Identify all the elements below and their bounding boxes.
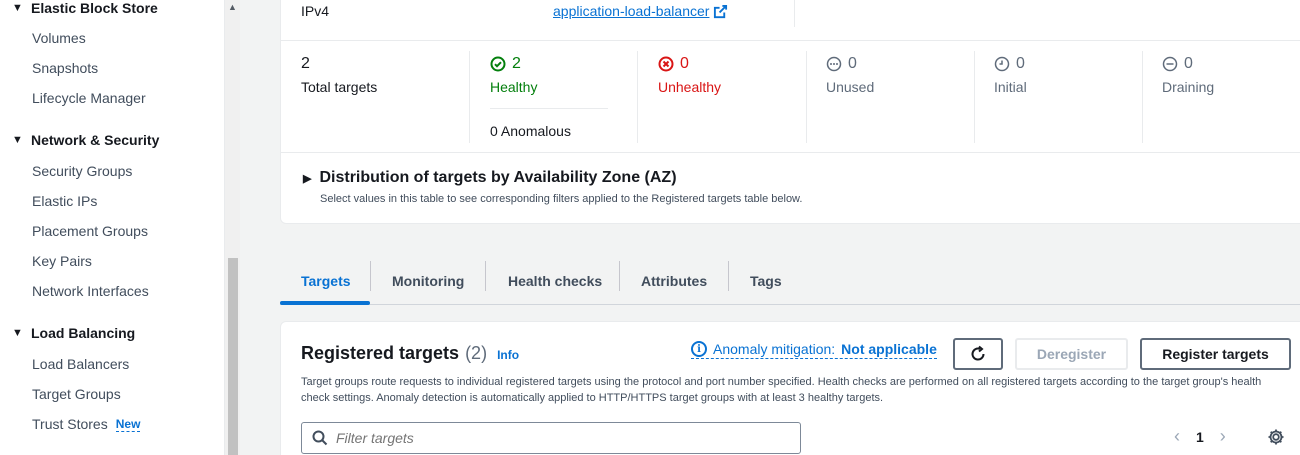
target-group-details-card: IPv4 application-load-balancer 2 Total t… <box>280 0 1300 224</box>
check-circle-icon <box>490 56 506 72</box>
sidebar-nav: ▼ Elastic Block Store Volumes Snapshots L… <box>0 0 224 455</box>
sidebar-item-lifecycle-manager[interactable]: Lifecycle Manager <box>32 90 146 106</box>
sidebar-item-target-groups[interactable]: Target Groups <box>32 386 121 402</box>
caret-down-icon: ▼ <box>12 2 23 14</box>
register-targets-button[interactable]: Register targets <box>1140 338 1291 370</box>
ellipsis-circle-icon <box>826 56 842 72</box>
chevron-right-icon[interactable]: › <box>1220 426 1226 447</box>
caret-down-icon: ▼ <box>12 134 23 146</box>
sidebar-item-placement-groups[interactable]: Placement Groups <box>32 223 148 239</box>
sidebar-item-elastic-ips[interactable]: Elastic IPs <box>32 193 97 209</box>
sidebar-item-network-interfaces[interactable]: Network Interfaces <box>32 283 149 299</box>
new-badge: New <box>115 416 141 432</box>
stat-draining[interactable]: 0 Draining <box>1162 53 1214 95</box>
tab-targets[interactable]: Targets <box>301 258 351 304</box>
registered-targets-header: Registered targets (2) Info <box>301 343 519 364</box>
stat-total-targets: 2 Total targets <box>301 55 378 95</box>
tab-attributes[interactable]: Attributes <box>641 258 707 304</box>
filter-targets-input[interactable] <box>336 430 776 446</box>
divider <box>1142 51 1143 143</box>
load-balancer-link[interactable]: application-load-balancer <box>553 3 728 19</box>
registered-targets-description: Target groups route requests to individu… <box>301 376 1262 404</box>
info-link[interactable]: Info <box>497 348 519 362</box>
sidebar-section-network-security[interactable]: ▼ Network & Security <box>12 132 159 148</box>
tab-bar: Targets Monitoring Health checks Attribu… <box>280 258 1300 305</box>
divider <box>469 51 470 143</box>
page-number[interactable]: 1 <box>1196 429 1204 445</box>
divider <box>281 152 1300 153</box>
tab-tags[interactable]: Tags <box>750 258 782 304</box>
tab-health-checks[interactable]: Health checks <box>508 258 602 304</box>
caret-right-icon: ▶ <box>303 172 312 185</box>
stat-healthy[interactable]: 2 Healthy <box>490 53 537 95</box>
sidebar-item-security-groups[interactable]: Security Groups <box>32 163 132 179</box>
sidebar-scrollbar[interactable]: ▲ <box>224 0 240 455</box>
stat-unused[interactable]: 0 Unused <box>826 53 874 95</box>
scrollbar-thumb[interactable] <box>228 258 238 455</box>
sidebar-item-trust-stores[interactable]: Trust Stores New <box>32 416 141 432</box>
divider <box>490 108 608 109</box>
divider <box>637 51 638 143</box>
scroll-up-arrow-icon[interactable]: ▲ <box>228 2 237 12</box>
sidebar-section-ebs[interactable]: ▼ Elastic Block Store <box>12 0 158 16</box>
refresh-icon <box>971 345 985 361</box>
gear-icon[interactable] <box>1267 428 1285 446</box>
sidebar-item-load-balancers[interactable]: Load Balancers <box>32 356 129 372</box>
tab-monitoring[interactable]: Monitoring <box>392 258 464 304</box>
sidebar-item-snapshots[interactable]: Snapshots <box>32 60 98 76</box>
ip-address-type: IPv4 <box>301 3 330 19</box>
sidebar-section-load-balancing[interactable]: ▼ Load Balancing <box>12 325 135 341</box>
tab-divider <box>619 261 620 291</box>
caret-down-icon: ▼ <box>12 327 23 339</box>
sidebar-item-key-pairs[interactable]: Key Pairs <box>32 253 92 269</box>
divider <box>974 51 975 143</box>
distribution-expander[interactable]: ▶ Distribution of targets by Availabilit… <box>303 169 677 187</box>
filter-targets-field[interactable] <box>301 422 801 454</box>
tab-divider <box>370 261 371 291</box>
external-link-icon <box>714 4 728 18</box>
refresh-button[interactable] <box>953 338 1003 370</box>
x-circle-icon <box>658 56 674 72</box>
registered-targets-title: Registered targets <box>301 343 460 363</box>
chevron-left-icon[interactable]: ‹ <box>1174 426 1180 447</box>
stat-unhealthy[interactable]: 0 Unhealthy <box>658 53 721 95</box>
search-icon <box>312 430 328 446</box>
clock-icon <box>994 56 1010 72</box>
registered-targets-card: Registered targets (2) Info i Anomaly mi… <box>280 321 1300 455</box>
pagination: ‹ 1 › <box>1174 426 1226 447</box>
tab-divider <box>728 261 729 291</box>
deregister-button[interactable]: Deregister <box>1015 338 1128 370</box>
distribution-description: Select values in this table to see corre… <box>320 193 803 205</box>
minus-circle-icon <box>1162 56 1178 72</box>
active-tab-indicator <box>280 301 370 305</box>
divider <box>794 0 795 27</box>
divider <box>806 51 807 143</box>
stat-anomalous[interactable]: 0 Anomalous <box>490 123 571 139</box>
sidebar-item-volumes[interactable]: Volumes <box>32 30 86 46</box>
divider <box>281 40 1300 41</box>
stat-initial[interactable]: 0 Initial <box>994 53 1027 95</box>
registered-targets-count: (2) <box>465 343 488 363</box>
tab-divider <box>485 261 486 291</box>
info-circle-icon: i <box>691 341 707 357</box>
anomaly-mitigation-popover[interactable]: i Anomaly mitigation: Not applicable <box>691 341 937 359</box>
